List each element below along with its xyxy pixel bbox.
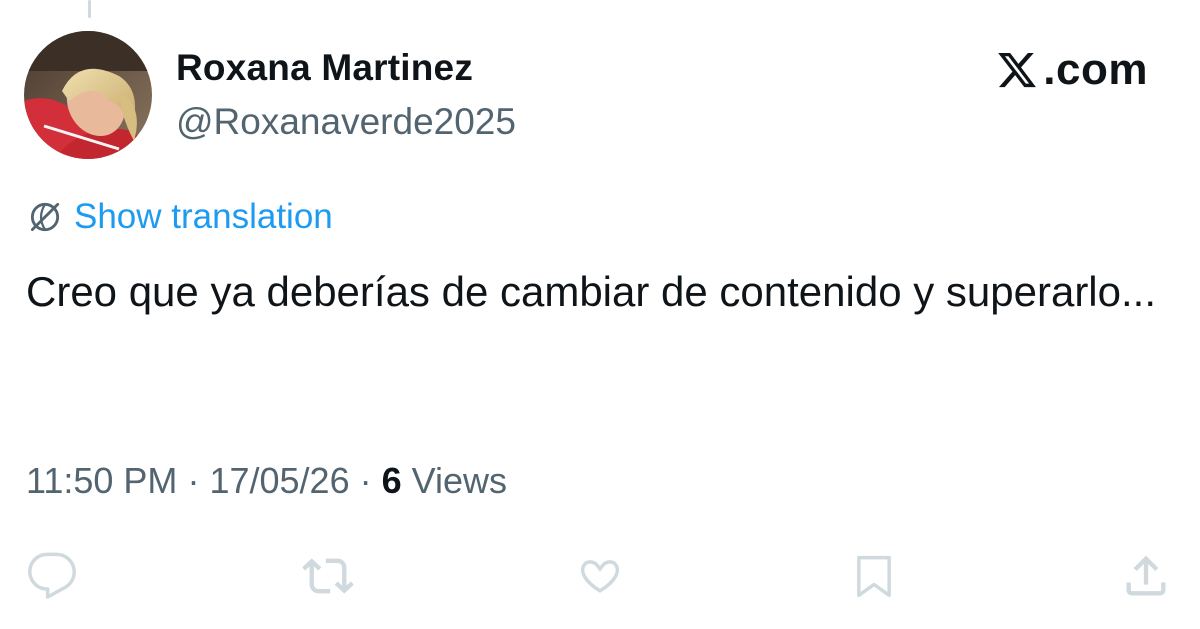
tweet-meta: 11:50 PM · 17/05/26 · 6 Views: [26, 460, 507, 502]
bookmark-icon: [857, 555, 891, 598]
show-translation-label[interactable]: Show translation: [74, 197, 333, 237]
meta-separator: ·: [187, 460, 200, 501]
thread-connector-line: [88, 0, 91, 18]
brand-watermark: .com: [995, 48, 1148, 92]
repost-button[interactable]: [300, 548, 356, 604]
action-bar: [0, 548, 1200, 604]
share-icon: [1126, 555, 1166, 596]
share-button[interactable]: [1118, 548, 1174, 604]
meta-separator: ·: [359, 460, 372, 501]
author-handle[interactable]: @Roxanaverde2025: [176, 101, 516, 143]
globe-translate-icon: [30, 202, 60, 232]
reply-button[interactable]: [24, 548, 80, 604]
views-count: 6: [381, 460, 402, 501]
show-translation-link[interactable]: Show translation: [26, 197, 333, 237]
heart-icon: [580, 560, 620, 593]
x-logo-icon: [998, 52, 1037, 88]
avatar-image: [24, 31, 152, 159]
brand-text: .com: [1043, 45, 1148, 94]
tweet-date[interactable]: 17/05/26: [209, 460, 349, 501]
repost-icon: [302, 558, 354, 594]
like-button[interactable]: [572, 548, 628, 604]
author-display-name[interactable]: Roxana Martinez: [176, 47, 473, 89]
reply-icon: [28, 552, 76, 599]
tweet-time[interactable]: 11:50 PM: [26, 460, 177, 501]
bookmark-button[interactable]: [846, 548, 902, 604]
avatar[interactable]: [24, 31, 152, 159]
tweet-text: Creo que ya deberías de cambiar de conte…: [26, 268, 1157, 315]
views-label: Views: [411, 460, 508, 501]
